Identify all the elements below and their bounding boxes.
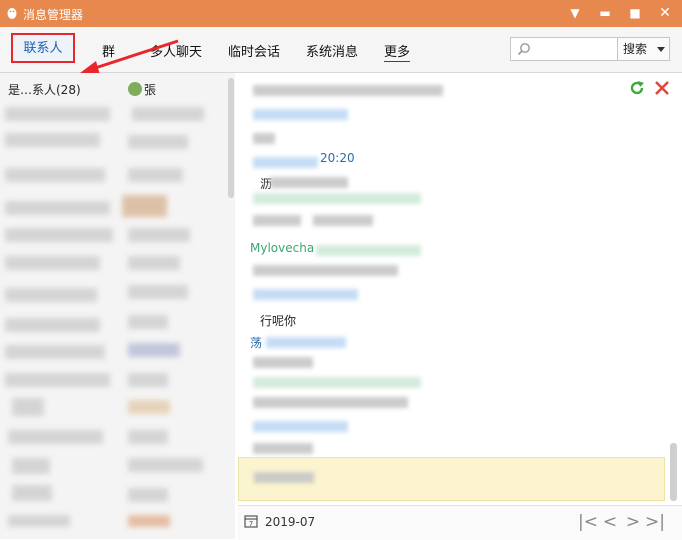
footer: 7 2019-07 |< < > >|	[238, 505, 682, 540]
list-item[interactable]	[12, 398, 44, 416]
left-scrollbar[interactable]	[228, 78, 234, 198]
list-item[interactable]	[5, 318, 100, 332]
list-item[interactable]	[5, 345, 105, 359]
list-item[interactable]	[122, 195, 167, 217]
search-input[interactable]	[535, 39, 619, 61]
list-item[interactable]	[128, 343, 180, 357]
search-button-label: 搜索	[623, 42, 648, 56]
minimize-icon[interactable]: ▬	[594, 3, 616, 23]
contact-list[interactable]: 是…系人(28) 張	[0, 73, 235, 539]
date-label: 2019-07	[265, 515, 316, 529]
list-item[interactable]	[132, 107, 204, 121]
refresh-icon[interactable]	[628, 79, 646, 97]
tab-more[interactable]: 更多	[384, 41, 411, 62]
avatar	[128, 82, 142, 96]
contact-group-label[interactable]: 是…系人(28)	[8, 81, 81, 98]
close-icon[interactable]: ✕	[654, 3, 676, 23]
list-item[interactable]	[128, 228, 190, 242]
list-item[interactable]	[5, 256, 100, 270]
toolbar: 联系人 群 多人聊天 临时会话 系统消息 更多 搜索	[0, 27, 682, 75]
dropdown-menu-icon[interactable]: ▼	[564, 3, 586, 23]
svg-text:7: 7	[249, 520, 253, 528]
message-sender: 荡	[250, 336, 263, 350]
list-item[interactable]	[128, 400, 170, 414]
list-item[interactable]	[128, 373, 168, 387]
right-scrollbar[interactable]	[670, 443, 677, 501]
list-item[interactable]	[5, 373, 110, 387]
list-item[interactable]	[128, 488, 168, 502]
calendar-icon[interactable]: 7	[244, 514, 258, 528]
list-item[interactable]	[5, 133, 100, 147]
chevron-down-icon[interactable]	[657, 47, 665, 52]
title-bar: 消息管理器 ▼ ▬ ■ ✕	[0, 0, 682, 27]
annotation-arrow-icon	[80, 39, 179, 75]
list-item[interactable]	[8, 430, 103, 444]
list-item[interactable]	[128, 135, 188, 149]
list-item[interactable]	[5, 228, 113, 242]
highlighted-message[interactable]	[238, 457, 665, 501]
next-page-icon[interactable]: >	[623, 511, 643, 533]
list-item[interactable]	[8, 515, 70, 527]
previous-page-icon[interactable]: <	[600, 511, 620, 533]
list-item[interactable]	[128, 458, 203, 472]
selected-friend[interactable]: 張	[128, 81, 156, 98]
tab-contacts[interactable]: 联系人	[11, 33, 75, 63]
list-item[interactable]	[128, 168, 183, 182]
last-page-icon[interactable]: >|	[645, 511, 665, 533]
search-box[interactable]	[510, 37, 619, 61]
qq-penguin-icon	[7, 8, 17, 19]
list-item[interactable]	[128, 515, 170, 527]
list-item[interactable]	[5, 288, 97, 302]
first-page-icon[interactable]: |<	[578, 511, 598, 533]
message-timestamp: 20:20	[320, 151, 355, 165]
list-item[interactable]	[128, 315, 168, 329]
friend-name: 張	[144, 83, 157, 97]
tab-system-messages[interactable]: 系统消息	[306, 41, 358, 60]
list-item[interactable]	[12, 458, 50, 474]
list-item[interactable]	[5, 168, 105, 182]
list-item[interactable]	[128, 430, 168, 444]
list-item[interactable]	[5, 201, 110, 215]
list-item[interactable]	[128, 256, 180, 270]
message-text: 行呢你	[260, 314, 297, 328]
search-icon	[517, 43, 530, 56]
chat-history[interactable]: 20:20 沥 Mylovecha 行呢你 荡	[238, 73, 682, 505]
search-button[interactable]: 搜索	[618, 37, 670, 61]
delete-icon[interactable]	[653, 79, 671, 97]
list-item[interactable]	[5, 107, 110, 121]
tab-temp-session[interactable]: 临时会话	[228, 41, 280, 60]
window-title: 消息管理器	[23, 8, 84, 22]
list-item[interactable]	[12, 485, 52, 501]
maximize-icon[interactable]: ■	[624, 3, 646, 23]
message-sender: Mylovecha	[250, 241, 315, 255]
list-item[interactable]	[128, 285, 188, 299]
